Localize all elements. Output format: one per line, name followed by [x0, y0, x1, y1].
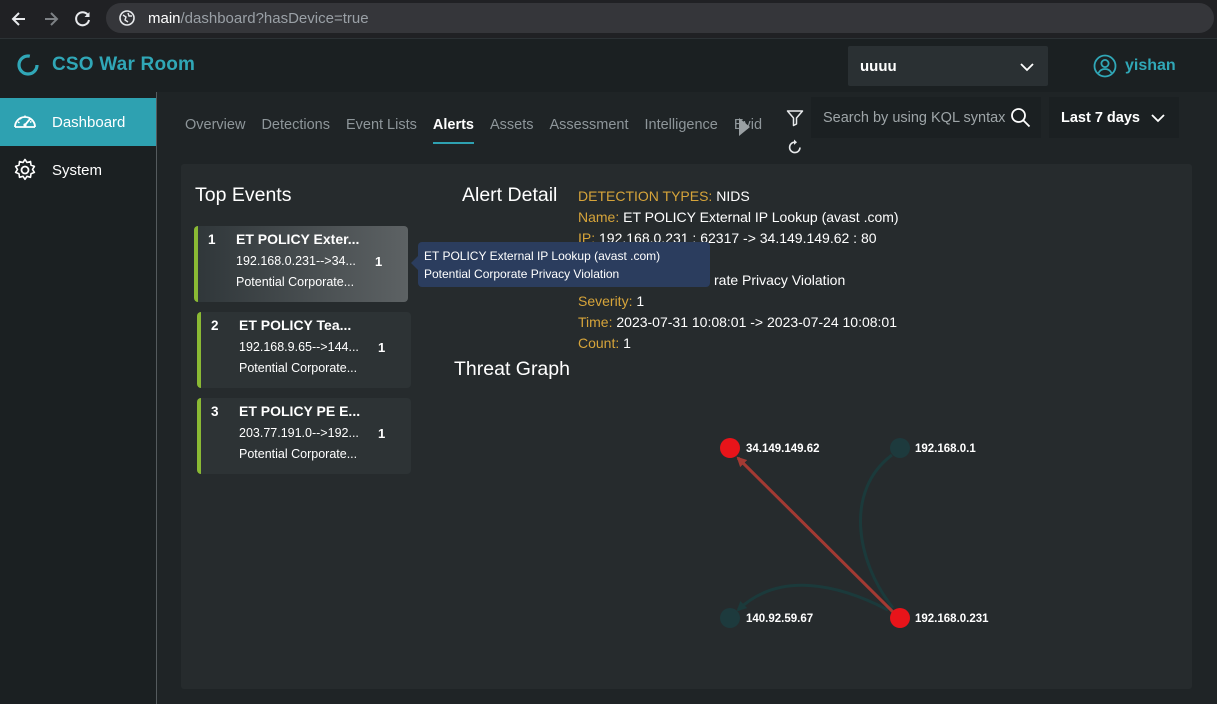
graph-edge-to-140-92-59-67 — [736, 583, 889, 612]
graph-node-192-168-0-1[interactable] — [890, 438, 910, 458]
graph-node-192-168-0-231[interactable] — [890, 608, 910, 628]
graph-node-label: 34.149.149.62 — [746, 443, 820, 455]
threat-graph: 34.149.149.62 192.168.0.1 140.92.59.67 1… — [720, 438, 989, 628]
graph-node-label: 192.168.0.1 — [915, 443, 976, 455]
graph-node-34-149-149-62[interactable] — [720, 438, 740, 458]
graph-node-140-92-59-67[interactable] — [720, 608, 740, 628]
graph-node-label: 192.168.0.231 — [915, 613, 989, 625]
graph-node-label: 140.92.59.67 — [746, 613, 813, 625]
